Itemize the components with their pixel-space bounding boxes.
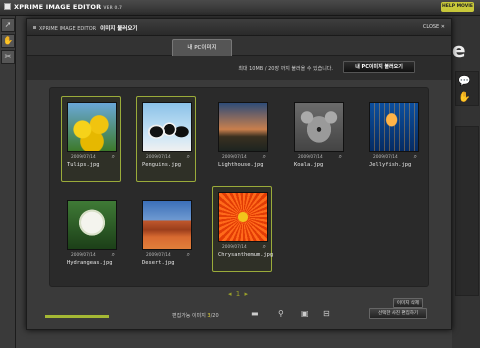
pointer-tool-icon[interactable]: ➚ bbox=[1, 18, 15, 32]
load-image-dialog: XPRIME IMAGE EDITOR 이미지 불러오기 CLOSE ✕ 내 PC… bbox=[26, 18, 452, 330]
penguins-image bbox=[142, 102, 192, 152]
dialog-title-text: 이미지 불러오기 bbox=[100, 26, 138, 32]
app-logo-text: XPRIME IMAGE EDITOR bbox=[14, 3, 102, 11]
lighthouse-image bbox=[218, 102, 268, 152]
tulips-image bbox=[67, 102, 117, 152]
image-date: 2009/07/14 bbox=[373, 155, 398, 160]
help-movie-button[interactable]: HELP MOVIE bbox=[441, 2, 474, 12]
upload-progress-bar bbox=[45, 315, 109, 318]
tab-my-pc-images[interactable]: 내 PC이미지 bbox=[172, 39, 232, 57]
koala-image bbox=[294, 102, 344, 152]
zoom-icon[interactable]: ⌕ bbox=[187, 153, 190, 161]
prev-page-icon[interactable]: ◂ bbox=[228, 290, 232, 298]
jellyfish-image bbox=[369, 102, 419, 152]
image-thumb-desert[interactable]: 2009/07/14 ⌕ Desert.jpg bbox=[136, 194, 196, 280]
pagination: ◂ 1 ▸ bbox=[227, 290, 249, 298]
tab-strip: 내 PC이미지 bbox=[27, 36, 451, 57]
image-thumb-penguins[interactable]: 2009/07/14 ⌕ Penguins.jpg bbox=[136, 96, 196, 182]
image-filename: Penguins.jpg bbox=[142, 162, 181, 168]
image-thumb-chrysanthemum[interactable]: 2009/07/14 ⌕ Chrysanthemum.jpg bbox=[212, 186, 274, 272]
dialog-app-name: XPRIME IMAGE EDITOR bbox=[39, 26, 97, 32]
hydrangeas-image bbox=[67, 200, 117, 250]
image-filename: Tulips.jpg bbox=[67, 162, 100, 168]
edit-selected-button[interactable]: 선택한 사진 편집하기 bbox=[369, 308, 427, 319]
dialog-header: XPRIME IMAGE EDITOR 이미지 불러오기 CLOSE ✕ bbox=[27, 19, 451, 36]
image-date: 2009/07/14 bbox=[146, 155, 171, 160]
zoom-icon[interactable]: ⌕ bbox=[112, 251, 115, 259]
dialog-title: XPRIME IMAGE EDITOR 이미지 불러오기 bbox=[33, 24, 138, 32]
image-filename: Hydrangeas.jpg bbox=[67, 260, 113, 266]
zoom-icon[interactable]: ⌕ bbox=[112, 153, 115, 161]
image-date: 2009/07/14 bbox=[71, 155, 96, 160]
image-gallery: 2009/07/14 ⌕ Tulips.jpg 2009/07/14 ⌕ Pen… bbox=[49, 87, 429, 287]
right-panel: e 💬 ✋ bbox=[452, 16, 480, 348]
image-date: 2009/07/14 bbox=[222, 155, 247, 160]
zoom-icon[interactable]: ⌕ bbox=[263, 243, 266, 251]
app-version: VER 0.7 bbox=[103, 5, 123, 10]
crop-tool-icon[interactable]: ✂ bbox=[1, 50, 15, 64]
editable-image-count: 편집가능 이미지 3/20 bbox=[172, 312, 219, 319]
image-thumb-jellyfish[interactable]: 2009/07/14 ⌕ Jellyfish.jpg bbox=[363, 96, 423, 182]
hand-icon[interactable]: ✋ bbox=[458, 92, 470, 103]
image-filename: Koala.jpg bbox=[294, 162, 324, 168]
zoom-icon[interactable]: ⌕ bbox=[263, 153, 266, 161]
image-date: 2009/07/14 bbox=[146, 253, 171, 258]
load-pc-images-button[interactable]: 내 PC이미지 불러오기 bbox=[343, 61, 415, 73]
brand-letter-icon: e bbox=[452, 38, 466, 62]
image-thumb-koala[interactable]: 2009/07/14 ⌕ Koala.jpg bbox=[288, 96, 348, 182]
desert-image bbox=[142, 200, 192, 250]
image-filename: Desert.jpg bbox=[142, 260, 175, 266]
zoom-icon[interactable]: ⌕ bbox=[187, 251, 190, 259]
magnifier-icon[interactable]: ⚲ bbox=[278, 309, 284, 318]
progress-fill bbox=[45, 315, 109, 318]
image-date: 2009/07/14 bbox=[222, 245, 247, 250]
zoom-icon[interactable]: ⌕ bbox=[339, 153, 342, 161]
current-page[interactable]: 1 bbox=[236, 290, 240, 298]
hand-tool-icon[interactable]: ✋ bbox=[1, 34, 15, 48]
speech-bubble-icon[interactable]: 💬 bbox=[458, 76, 470, 87]
chrysanthemum-image bbox=[218, 192, 268, 242]
folder-icon[interactable]: ▬ bbox=[251, 309, 259, 318]
close-button[interactable]: CLOSE ✕ bbox=[423, 24, 445, 30]
image-date: 2009/07/14 bbox=[298, 155, 323, 160]
left-toolbar: ➚ ✋ ✂ bbox=[0, 16, 16, 348]
print-icon[interactable]: ▣ bbox=[301, 309, 309, 318]
editor-topbar: XPRIME IMAGE EDITOR VER 0.7 HELP MOVIE bbox=[0, 0, 480, 16]
image-thumb-lighthouse[interactable]: 2009/07/14 ⌕ Lighthouse.jpg bbox=[212, 96, 272, 182]
limit-message: 최대 10MB / 20장 까지 불러올 수 있습니다. bbox=[238, 66, 333, 72]
delete-image-button[interactable]: 이미지 삭제 bbox=[393, 298, 423, 308]
editable-count-label: 편집가능 이미지 bbox=[172, 313, 206, 319]
image-thumb-hydrangeas[interactable]: 2009/07/14 ⌕ Hydrangeas.jpg bbox=[61, 194, 121, 280]
next-page-icon[interactable]: ▸ bbox=[244, 290, 248, 298]
app-logo: XPRIME IMAGE EDITOR VER 0.7 bbox=[4, 3, 122, 11]
dialog-footer: 편집가능 이미지 3/20 ▬ ⚲ ▣ ⊟ 선택한 사진 편집하기 bbox=[27, 308, 451, 331]
image-filename: Jellyfish.jpg bbox=[369, 162, 412, 168]
zoom-icon[interactable]: ⌕ bbox=[414, 153, 417, 161]
info-bar: 최대 10MB / 20장 까지 불러올 수 있습니다. 내 PC이미지 불러오… bbox=[27, 56, 451, 80]
image-filename: Lighthouse.jpg bbox=[218, 162, 264, 168]
image-filename: Chrysanthemum.jpg bbox=[218, 252, 274, 258]
image-date: 2009/07/14 bbox=[71, 253, 96, 258]
editable-count-total: /20 bbox=[210, 313, 219, 319]
panel-list bbox=[455, 126, 479, 296]
image-thumb-tulips[interactable]: 2009/07/14 ⌕ Tulips.jpg bbox=[61, 96, 121, 182]
film-icon[interactable]: ⊟ bbox=[323, 309, 330, 318]
